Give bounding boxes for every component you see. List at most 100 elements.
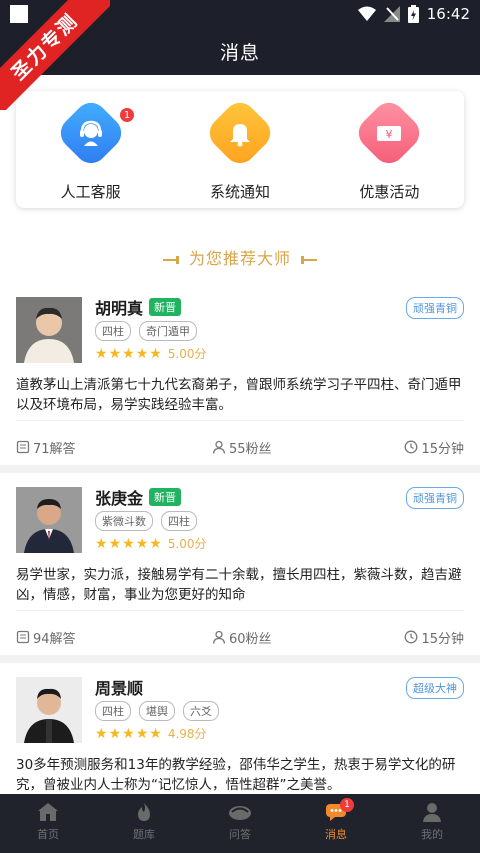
master-stats: 71解答 55粉丝 15分钟 xyxy=(16,420,464,459)
star-icon: ★ xyxy=(108,345,122,362)
fans-count: 60粉丝 xyxy=(229,631,272,647)
ribbon-label: 圣力专测 xyxy=(0,0,110,110)
tab-label: 首页 xyxy=(37,828,59,841)
tab-messages[interactable]: 消息 1 xyxy=(288,794,384,853)
quick-action-label: 人工客服 xyxy=(60,183,121,201)
quick-action-label: 优惠活动 xyxy=(359,183,420,201)
star-icon: ★ xyxy=(149,725,162,742)
skill-tag: 六爻 xyxy=(183,701,219,721)
star-icon: ★ xyxy=(149,345,162,362)
bottom-tab-bar: 首页 题库 问答 消息 1 我的 xyxy=(0,794,480,853)
rank-badge: 顽强青铜 xyxy=(406,297,464,319)
quick-action-label: 系统通知 xyxy=(209,183,270,201)
response-time: 15分钟 xyxy=(421,631,464,647)
star-icon: ★ xyxy=(108,535,122,552)
messages-badge: 1 xyxy=(340,798,354,812)
skill-tags: 四柱 奇门遁甲 xyxy=(95,321,197,341)
master-description: 30多年预测服务和13年的教学经验，邵伟华之学生，热衷于易学文化的研究，曾被业内… xyxy=(16,757,456,793)
master-stats: 94解答 60粉丝 15分钟 xyxy=(16,610,464,649)
star-icon: ★ xyxy=(95,725,108,742)
skill-tag: 四柱 xyxy=(95,321,131,341)
rank-badge: 超级大神 xyxy=(406,677,464,699)
list-icon xyxy=(16,440,30,454)
star-icon: ★ xyxy=(135,345,149,362)
profile-icon xyxy=(423,803,441,822)
home-icon xyxy=(38,803,58,821)
wifi-icon xyxy=(357,6,376,21)
name-row: 张庚金 新晋 xyxy=(95,485,182,509)
rating: ★ ★ ★ ★ ★ 4.98分 xyxy=(95,725,207,742)
signal-icon xyxy=(383,6,400,22)
master-name: 张庚金 xyxy=(95,489,144,508)
star-icon: ★ xyxy=(149,535,162,552)
quick-action-system-notice[interactable]: 系统通知 xyxy=(165,91,314,208)
response-time-stat: 15分钟 xyxy=(404,628,464,647)
master-description: 道教茅山上清派第七十九代玄裔弟子，曾跟师系统学习子平四柱、奇门遁甲以及环境布局，… xyxy=(16,377,462,413)
title-dash-right xyxy=(301,255,317,264)
title-dash-left xyxy=(162,255,179,264)
star-icon: ★ xyxy=(122,725,135,742)
clock-icon xyxy=(405,630,418,644)
list-icon xyxy=(16,630,30,644)
master-name: 胡明真 xyxy=(95,299,144,318)
name-row: 周景顺 xyxy=(95,675,143,699)
tab-profile[interactable]: 我的 xyxy=(384,794,480,853)
rating: ★ ★ ★ ★ ★ 5.00分 xyxy=(95,345,207,362)
rating-score: 5.00分 xyxy=(167,537,207,551)
customer-service-badge: 1 xyxy=(119,107,135,123)
star-icon: ★ xyxy=(135,725,149,742)
fans-stat: 60粉丝 xyxy=(212,628,272,647)
fans-stat: 55粉丝 xyxy=(212,438,272,457)
skill-tag: 紫微斗数 xyxy=(95,511,153,531)
new-tag: 新晋 xyxy=(149,298,182,316)
bell-icon xyxy=(203,96,277,170)
test-ribbon: 圣力专测 xyxy=(0,0,110,110)
skill-tag: 奇门遁甲 xyxy=(139,321,197,341)
flame-icon xyxy=(138,803,150,821)
message-content[interactable]: 人工客服 系统通知 ¥ 优惠活动 1 为您推荐大师 胡明真 新晋 顽强青铜 四柱… xyxy=(0,75,480,794)
battery-icon xyxy=(407,5,419,23)
tab-home[interactable]: 首页 xyxy=(0,794,96,853)
response-time-stat: 15分钟 xyxy=(404,438,464,457)
rating-score: 5.00分 xyxy=(167,347,207,361)
svg-text:¥: ¥ xyxy=(386,128,393,141)
tab-label: 题库 xyxy=(133,828,155,841)
master-card[interactable]: 周景顺 超级大神 四柱 堪舆 六爻 ★ ★ ★ ★ ★ 4.98分 30多年预测服务和1… xyxy=(0,663,480,794)
answers-count: 71解答 xyxy=(33,441,76,457)
avatar xyxy=(16,297,82,363)
coupon-icon: ¥ xyxy=(352,96,427,170)
tab-label: 问答 xyxy=(229,828,251,841)
avatar xyxy=(16,677,82,743)
clock-icon xyxy=(405,440,418,454)
name-row: 胡明真 新晋 xyxy=(95,295,182,319)
tab-qa[interactable]: 问答 xyxy=(192,794,288,853)
qa-icon xyxy=(229,806,251,820)
answers-stat: 94解答 xyxy=(16,628,76,647)
master-description: 易学世家，实力派，接触易学有二十余载，擅长用四柱，紫薇斗数，趋吉避凶，情感，财富… xyxy=(16,567,462,603)
tab-question-bank[interactable]: 题库 xyxy=(96,794,192,853)
response-time: 15分钟 xyxy=(421,441,464,457)
star-icon: ★ xyxy=(95,345,108,362)
answers-count: 94解答 xyxy=(33,631,76,647)
skill-tags: 紫微斗数 四柱 xyxy=(95,511,197,531)
new-tag: 新晋 xyxy=(149,488,182,506)
star-icon: ★ xyxy=(122,535,135,552)
status-time: 16:42 xyxy=(426,5,470,23)
rating: ★ ★ ★ ★ ★ 5.00分 xyxy=(95,535,207,552)
master-card[interactable]: 张庚金 新晋 顽强青铜 紫微斗数 四柱 ★ ★ ★ ★ ★ 5.00分 易学世家，实力派… xyxy=(0,473,480,663)
master-card[interactable]: 胡明真 新晋 顽强青铜 四柱 奇门遁甲 ★ ★ ★ ★ ★ 5.00分 道教茅山上清派第… xyxy=(0,283,480,473)
person-icon xyxy=(212,440,226,454)
master-name: 周景顺 xyxy=(95,679,144,698)
quick-action-promotions[interactable]: ¥ 优惠活动 xyxy=(315,91,464,208)
rank-badge: 顽强青铜 xyxy=(406,487,464,509)
star-icon: ★ xyxy=(108,725,122,742)
section-title: 为您推荐大师 xyxy=(0,245,480,269)
star-icon: ★ xyxy=(95,535,108,552)
star-icon: ★ xyxy=(122,345,135,362)
person-icon xyxy=(212,630,226,644)
rating-score: 4.98分 xyxy=(167,727,207,741)
avatar xyxy=(16,487,82,553)
tab-label: 我的 xyxy=(421,828,443,841)
section-title-text: 为您推荐大师 xyxy=(188,249,291,268)
skill-tag: 四柱 xyxy=(95,701,131,721)
